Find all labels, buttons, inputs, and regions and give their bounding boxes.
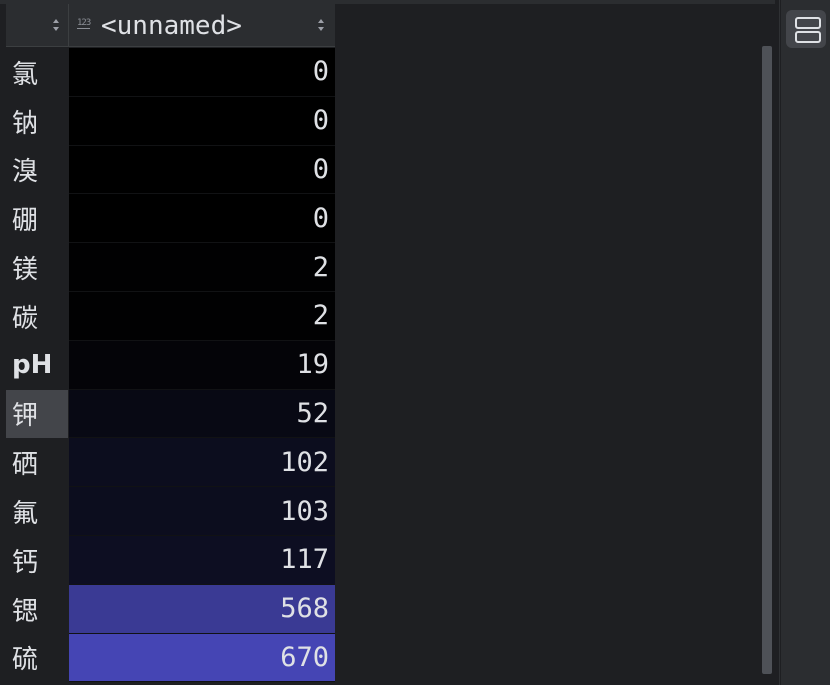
sort-arrows-icon[interactable] (317, 19, 325, 31)
corner-header[interactable] (6, 4, 69, 47)
table-cell[interactable]: 0 (69, 48, 335, 97)
layout-toggle-button[interactable] (786, 10, 826, 48)
right-sidebar (781, 0, 830, 685)
row-header[interactable]: 钙 (6, 535, 68, 585)
table-cell[interactable]: 0 (69, 194, 335, 244)
table-cell[interactable]: 568 (69, 584, 335, 634)
row-header[interactable]: 镁 (6, 243, 68, 292)
row-header[interactable]: 溴 (6, 145, 68, 195)
layout-rows-icon (795, 31, 821, 43)
column-title: <unnamed> (101, 11, 242, 41)
row-header[interactable]: 钾 (6, 389, 68, 439)
row-header[interactable]: 钠 (6, 96, 68, 146)
layout-rows-icon (795, 17, 821, 29)
table-cell[interactable]: 0 (69, 145, 335, 195)
table-cell[interactable]: 117 (69, 535, 335, 585)
table-cell[interactable]: 19 (69, 340, 335, 390)
row-header[interactable]: 硒 (6, 438, 68, 488)
row-header[interactable]: 硫 (6, 633, 68, 683)
row-header[interactable]: 碳 (6, 291, 68, 341)
numeric-type-icon: 123 (77, 18, 91, 29)
table-cell[interactable]: 103 (69, 487, 335, 536)
sort-arrows-icon[interactable] (52, 19, 60, 31)
row-header[interactable]: 氯 (6, 48, 68, 97)
column-header[interactable]: 123 <unnamed> (69, 4, 335, 47)
table-cell[interactable]: 102 (69, 438, 335, 488)
sidebar-divider (779, 0, 780, 685)
row-header[interactable]: 硼 (6, 194, 68, 244)
row-header[interactable]: pH (6, 340, 68, 390)
table-cell[interactable]: 2 (69, 291, 335, 341)
table-cell[interactable]: 670 (69, 633, 335, 683)
row-header[interactable]: 锶 (6, 584, 68, 634)
table-cell[interactable]: 2 (69, 243, 335, 292)
scrollbar-thumb[interactable] (762, 46, 772, 674)
row-header[interactable]: 氟 (6, 487, 68, 536)
table-cell[interactable]: 52 (69, 389, 335, 439)
table-cell[interactable]: 0 (69, 96, 335, 146)
